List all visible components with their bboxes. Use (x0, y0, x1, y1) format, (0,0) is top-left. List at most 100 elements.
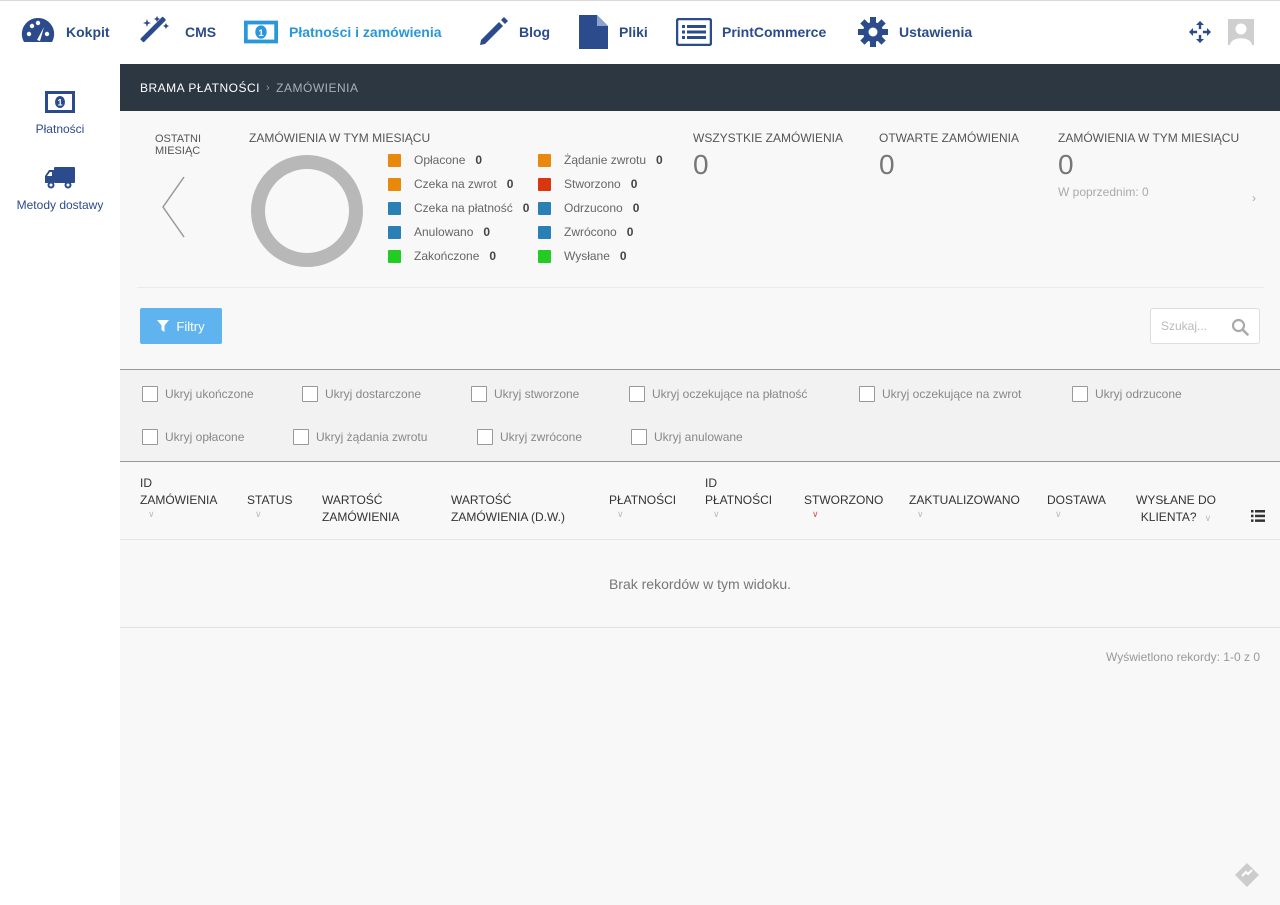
column-header[interactable]: STATUS ∨ (247, 492, 293, 519)
file-icon (577, 15, 609, 49)
legend-label: Czeka na zwrot (414, 177, 497, 191)
nav-item-payments-orders[interactable]: 1 Płatności i zamówienia (243, 15, 442, 49)
checkbox-box[interactable] (1072, 386, 1088, 402)
hide-checkbox[interactable]: Ukryj zwrócone (477, 429, 582, 445)
column-header[interactable]: WARTOŚĆ ZAMÓWIENIA (D.W.) (451, 492, 565, 526)
search-input[interactable] (1151, 309, 1231, 343)
column-header[interactable]: PŁATNOŚCI ∨ (609, 492, 676, 519)
chevron-down-icon[interactable]: ∨ (1197, 513, 1212, 523)
dashboard-gauge-icon (20, 15, 56, 49)
checkbox-box[interactable] (302, 386, 318, 402)
records-info: Wyświetlono rekordy: 1-0 z 0 (1106, 650, 1260, 664)
hide-checkbox[interactable]: Ukryj odrzucone (1072, 386, 1182, 402)
breadcrumb-parent[interactable]: BRAMA PŁATNOŚCI (140, 81, 260, 95)
column-header[interactable]: WYSŁANE DO KLIENTA? ∨ (1136, 492, 1216, 526)
hide-checkbox[interactable]: Ukryj oczekujące na płatność (629, 386, 807, 402)
filters-button[interactable]: Filtry (140, 308, 222, 344)
sidebar-item-label: Płatności (35, 122, 85, 136)
main-content: BRAMA PŁATNOŚCI › ZAMÓWIENIA OSTATNI MIE… (120, 64, 1280, 905)
legend-item: Opłacone 0 (388, 152, 482, 168)
chevron-down-icon[interactable]: ∨ (909, 509, 1020, 519)
nav-item-ustawienia[interactable]: Ustawienia (857, 15, 972, 49)
chevron-down-icon[interactable]: ∨ (140, 509, 217, 519)
chevron-right-icon[interactable]: › (1252, 191, 1256, 205)
nav-item-label: Kokpit (66, 24, 110, 40)
column-header-line: PŁATNOŚCI (705, 493, 773, 507)
column-header-line: DOSTAWA (1047, 493, 1106, 507)
search-icon[interactable] (1231, 318, 1249, 336)
column-header[interactable]: ZAKTUALIZOWANO ∨ (909, 492, 1020, 519)
legend-value: 0 (483, 225, 491, 239)
divider (137, 287, 1264, 288)
legend-swatch (538, 177, 551, 191)
legend-label: Stworzono (564, 177, 621, 191)
chevron-left-icon[interactable] (160, 175, 186, 239)
sidebar-item-payments[interactable]: 1 Płatności (0, 88, 120, 136)
legend-item: Anulowano 0 (388, 224, 490, 240)
nav-item-kokpit[interactable]: Kokpit (20, 15, 110, 49)
legend-label: Anulowano (414, 225, 474, 239)
column-header[interactable]: DOSTAWA ∨ (1047, 492, 1106, 519)
chevron-down-icon[interactable]: ∨ (705, 509, 772, 519)
legend-swatch (538, 249, 551, 263)
column-header[interactable]: STWORZONO ∨ (804, 492, 883, 519)
hide-checkbox[interactable]: Ukryj ukończone (142, 386, 254, 402)
nav-item-label: Ustawienia (899, 24, 973, 40)
legend-value: 0 (630, 177, 638, 191)
checkbox-label: Ukryj zwrócone (500, 430, 583, 444)
hide-checkbox[interactable]: Ukryj anulowane (631, 429, 743, 445)
column-header[interactable]: ID PŁATNOŚCI ∨ (705, 475, 772, 519)
chevron-down-icon[interactable]: ∨ (609, 509, 676, 519)
checkbox-box[interactable] (629, 386, 645, 402)
month-orders-previous: W poprzednim: 0 (1058, 185, 1149, 199)
nav-item-printcommerce[interactable]: PrintCommerce (676, 15, 826, 49)
checkbox-box[interactable] (859, 386, 875, 402)
nav-item-blog[interactable]: Blog (477, 15, 550, 49)
nav-item-label: Płatności i zamówienia (289, 24, 442, 40)
empty-table-message: Brak rekordów w tym widoku. (120, 540, 1280, 628)
nav-item-cms[interactable]: CMS (139, 15, 216, 49)
legend-label: Opłacone (414, 153, 466, 167)
checkbox-box[interactable] (471, 386, 487, 402)
checkbox-box[interactable] (142, 386, 158, 402)
legend-swatch (388, 201, 401, 215)
sidebar-item-shipping-methods[interactable]: Metody dostawy (0, 164, 120, 212)
checkbox-box[interactable] (477, 429, 493, 445)
legend-item: Zwrócono 0 (538, 224, 633, 240)
legend-label: Wysłane (564, 249, 610, 263)
hide-checkbox[interactable]: Ukryj dostarczone (302, 386, 421, 402)
legend-swatch (388, 153, 401, 167)
checkbox-box[interactable] (293, 429, 309, 445)
move-arrows-icon[interactable] (1189, 21, 1213, 45)
pencil-icon (477, 15, 509, 49)
nav-item-label: Blog (519, 24, 551, 40)
chevron-down-icon[interactable]: ∨ (804, 509, 883, 519)
column-header[interactable]: ID ZAMÓWIENIA ∨ (140, 475, 217, 519)
orders-donut-chart (251, 155, 363, 267)
hide-checkbox[interactable]: Ukryj oczekujące na zwrot (859, 386, 1021, 402)
checkbox-label: Ukryj oczekujące na płatność (652, 387, 808, 401)
open-orders-value: 0 (879, 149, 895, 180)
hide-checkbox[interactable]: Ukryj opłacone (142, 429, 244, 445)
nav-item-pliki[interactable]: Pliki (577, 15, 648, 49)
checkbox-box[interactable] (142, 429, 158, 445)
hide-checkbox[interactable]: Ukryj stworzone (471, 386, 579, 402)
money-bill-icon: 1 (0, 88, 120, 116)
checkbox-box[interactable] (631, 429, 647, 445)
month-orders-value: 0 (1058, 149, 1074, 180)
chevron-down-icon[interactable]: ∨ (247, 509, 293, 519)
hide-checkbox[interactable]: Ukryj żądania zwrotu (293, 429, 427, 445)
column-header-line: ZAMÓWIENIA (322, 510, 400, 524)
legend-value: 0 (489, 249, 497, 263)
chevron-down-icon[interactable]: ∨ (1047, 509, 1106, 519)
all-orders-value: 0 (693, 149, 709, 180)
column-list-icon[interactable] (1251, 510, 1265, 522)
legend-label: Odrzucono (564, 201, 623, 215)
legend-swatch (388, 225, 401, 239)
avatar[interactable] (1228, 19, 1254, 45)
column-header[interactable]: WARTOŚĆ ZAMÓWIENIA (322, 492, 399, 526)
feedback-icon[interactable] (1234, 862, 1260, 888)
checkbox-label: Ukryj stworzone (494, 387, 580, 401)
column-header-line: ZAKTUALIZOWANO (909, 493, 1020, 507)
sidebar-item-label: Metody dostawy (16, 198, 104, 212)
